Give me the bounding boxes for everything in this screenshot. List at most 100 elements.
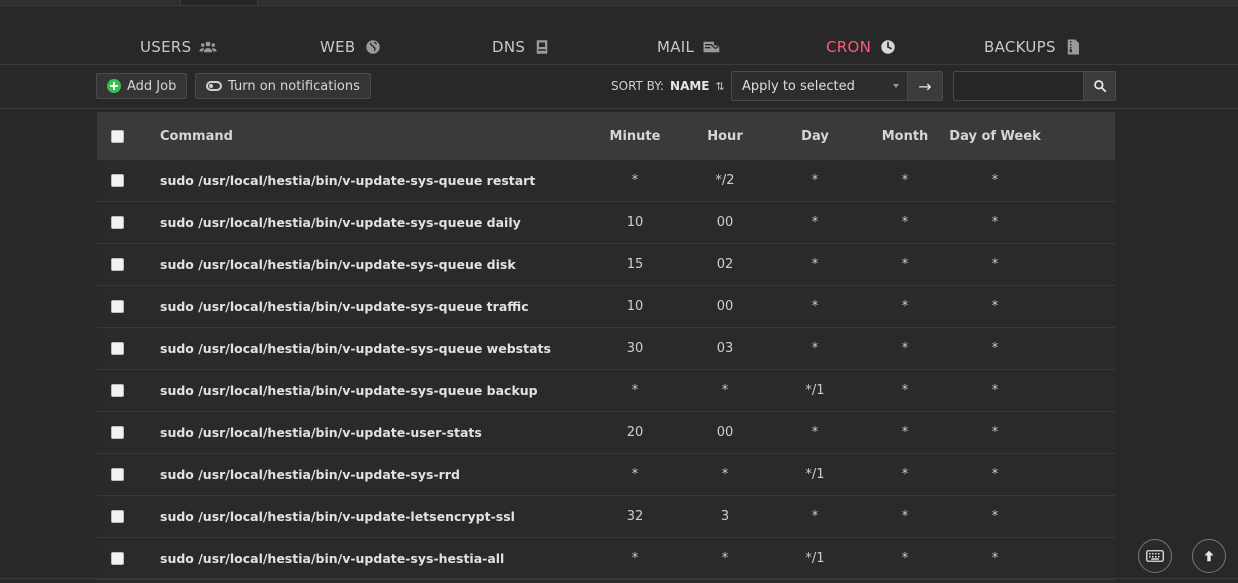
tab-label: MAIL — [657, 38, 695, 56]
top-strip — [0, 0, 1238, 6]
row-checkbox[interactable] — [111, 258, 124, 271]
row-month: * — [901, 299, 909, 314]
toolbar-divider — [0, 108, 1238, 109]
row-day: * — [811, 341, 819, 356]
row-hour: 00 — [716, 425, 734, 440]
row-minute: * — [631, 467, 639, 482]
row-command[interactable]: sudo /usr/local/hestia/bin/v-update-sys-… — [160, 538, 504, 579]
row-checkbox[interactable] — [111, 342, 124, 355]
row-day-of-week: * — [991, 257, 999, 272]
add-job-button[interactable]: Add Job — [96, 73, 188, 99]
select-all-checkbox[interactable] — [111, 129, 124, 143]
row-month: * — [901, 509, 909, 524]
table-row[interactable]: sudo /usr/local/hestia/bin/v-update-sys-… — [97, 328, 1115, 370]
header-month[interactable]: Month — [875, 112, 935, 160]
row-checkbox[interactable] — [111, 552, 124, 565]
row-day-of-week: * — [991, 215, 999, 230]
tab-dns[interactable]: DNS — [492, 30, 551, 64]
row-month: * — [901, 173, 909, 188]
row-checkbox[interactable] — [111, 468, 124, 481]
sort-by-control[interactable]: SORT BY: NAME ⇅ — [611, 79, 725, 93]
row-command[interactable]: sudo /usr/local/hestia/bin/v-update-sys-… — [160, 160, 535, 201]
toolbar: Add Job Turn on notifications SORT BY: N… — [0, 70, 1238, 102]
main-nav: USERS WEB DNS MAIL CRON BACKUPS — [0, 30, 1238, 64]
globe-icon — [365, 40, 380, 54]
row-checkbox[interactable] — [111, 510, 124, 523]
row-day-of-week: * — [991, 467, 999, 482]
row-day: * — [811, 257, 819, 272]
row-checkbox-cell — [111, 454, 124, 495]
header-hour[interactable]: Hour — [695, 112, 755, 160]
bulk-action-select[interactable]: Apply to selected — [731, 71, 908, 101]
row-command[interactable]: sudo /usr/local/hestia/bin/v-update-sys-… — [160, 286, 529, 327]
row-month: * — [901, 467, 909, 482]
row-checkbox-cell — [111, 286, 124, 327]
tab-label: BACKUPS — [984, 38, 1056, 56]
table-row[interactable]: sudo /usr/local/hestia/bin/v-update-sys-… — [97, 286, 1115, 328]
file-archive-icon — [1067, 39, 1079, 55]
search-input[interactable] — [953, 71, 1084, 101]
book-icon — [536, 40, 548, 54]
header-command[interactable]: Command — [160, 112, 233, 160]
scroll-to-top-button[interactable] — [1192, 539, 1226, 573]
table-row[interactable]: sudo /usr/local/hestia/bin/v-update-user… — [97, 412, 1115, 454]
table-row[interactable]: sudo /usr/local/hestia/bin/v-update-lets… — [97, 496, 1115, 538]
row-command[interactable]: sudo /usr/local/hestia/bin/v-update-sys-… — [160, 370, 538, 411]
sort-by-value: NAME — [670, 79, 710, 93]
row-day-of-week: * — [991, 551, 999, 566]
table-row[interactable]: sudo /usr/local/hestia/bin/v-update-sys-… — [97, 370, 1115, 412]
row-day-of-week: * — [991, 509, 999, 524]
clock-icon — [881, 40, 895, 54]
tab-backups[interactable]: BACKUPS — [984, 30, 1082, 64]
tab-cron[interactable]: CRON — [826, 30, 897, 64]
row-command[interactable]: sudo /usr/local/hestia/bin/v-update-sys-… — [160, 454, 460, 495]
top-strip-segment — [180, 0, 258, 5]
header-checkbox-cell — [111, 112, 124, 160]
row-day: * — [811, 425, 819, 440]
nav-divider — [0, 64, 1238, 65]
row-day-of-week: * — [991, 173, 999, 188]
users-icon — [199, 41, 218, 53]
row-day: */1 — [805, 551, 825, 566]
table-row[interactable]: sudo /usr/local/hestia/bin/v-update-sys-… — [97, 202, 1115, 244]
toggle-icon — [206, 81, 222, 91]
search-button[interactable] — [1083, 71, 1116, 101]
table-row[interactable]: sudo /usr/local/hestia/bin/v-update-sys-… — [97, 538, 1115, 580]
notifications-toggle-button[interactable]: Turn on notifications — [195, 73, 371, 99]
keyboard-shortcuts-button[interactable] — [1138, 539, 1172, 573]
row-command[interactable]: sudo /usr/local/hestia/bin/v-update-sys-… — [160, 244, 516, 285]
header-day-of-week[interactable]: Day of Week — [945, 112, 1045, 160]
header-day[interactable]: Day — [785, 112, 845, 160]
tab-label: CRON — [826, 38, 872, 56]
row-hour: 00 — [716, 215, 734, 230]
row-checkbox[interactable] — [111, 300, 124, 313]
row-day: * — [811, 215, 819, 230]
row-checkbox[interactable] — [111, 384, 124, 397]
row-checkbox[interactable] — [111, 426, 124, 439]
tab-web[interactable]: WEB — [320, 30, 382, 64]
row-command[interactable]: sudo /usr/local/hestia/bin/v-update-user… — [160, 412, 482, 453]
mail-icon — [703, 41, 720, 53]
tab-label: USERS — [140, 38, 192, 56]
row-minute: 30 — [626, 341, 644, 356]
apply-button[interactable]: → — [907, 71, 943, 101]
search-icon — [1093, 80, 1106, 93]
row-checkbox[interactable] — [111, 174, 124, 187]
row-hour: 02 — [716, 257, 734, 272]
tab-label: WEB — [320, 38, 356, 56]
tab-mail[interactable]: MAIL — [657, 30, 720, 64]
row-command[interactable]: sudo /usr/local/hestia/bin/v-update-sys-… — [160, 328, 551, 369]
table-row[interactable]: sudo /usr/local/hestia/bin/v-update-sys-… — [97, 160, 1115, 202]
table-row[interactable]: sudo /usr/local/hestia/bin/v-update-sys-… — [97, 244, 1115, 286]
arrow-up-icon — [1204, 550, 1214, 562]
row-command[interactable]: sudo /usr/local/hestia/bin/v-update-sys-… — [160, 202, 521, 243]
row-minute: 15 — [626, 257, 644, 272]
row-command[interactable]: sudo /usr/local/hestia/bin/v-update-lets… — [160, 496, 515, 537]
row-checkbox[interactable] — [111, 216, 124, 229]
tab-users[interactable]: USERS — [140, 30, 218, 64]
row-hour: * — [721, 383, 729, 398]
header-minute[interactable]: Minute — [605, 112, 665, 160]
table-row[interactable]: sudo /usr/local/hestia/bin/v-update-sys-… — [97, 454, 1115, 496]
row-checkbox-cell — [111, 412, 124, 453]
row-day-of-week: * — [991, 341, 999, 356]
